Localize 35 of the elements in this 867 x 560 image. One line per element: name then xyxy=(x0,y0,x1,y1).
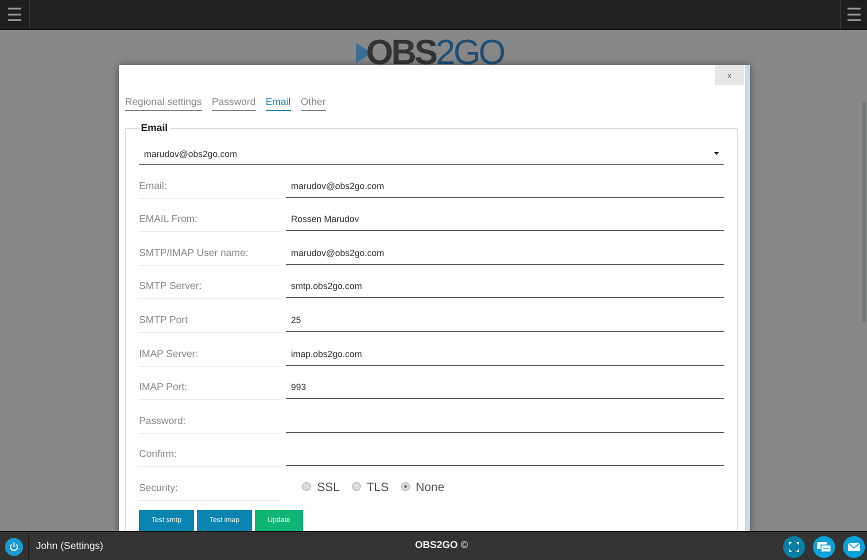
tab[interactable]: Password xyxy=(212,96,256,111)
radio-option[interactable]: TLS xyxy=(352,480,389,494)
tab[interactable]: Email xyxy=(266,96,291,111)
field-label: Email: xyxy=(139,180,281,199)
field-label: SMTP Server: xyxy=(139,281,281,300)
field-label: Password: xyxy=(139,416,281,434)
tab[interactable]: Regional settings xyxy=(125,96,202,111)
menu-button[interactable]: ☰ xyxy=(840,0,867,29)
chat-icon[interactable] xyxy=(813,536,835,558)
caret-icon xyxy=(714,152,719,155)
field-label: Security: xyxy=(139,482,281,501)
logo-text: 2GO xyxy=(436,33,504,73)
field-label: IMAP Port: xyxy=(139,382,281,400)
account-select[interactable]: marudov@obs2go.com xyxy=(139,143,724,165)
radio-option[interactable]: SSL xyxy=(302,480,340,494)
radio-button[interactable] xyxy=(302,482,311,492)
scrollbar[interactable] xyxy=(745,65,750,531)
tab[interactable]: Other xyxy=(300,96,326,111)
user-label: John (Settings) xyxy=(36,541,104,552)
fullscreen-icon[interactable] xyxy=(783,536,805,558)
field-label: EMAIL From: xyxy=(139,214,281,232)
menu-button[interactable]: ☰ xyxy=(0,0,30,29)
close-button[interactable]: x xyxy=(715,65,744,85)
field-label: SMTP/IMAP User name: xyxy=(139,248,281,266)
radio-option[interactable]: None xyxy=(400,480,444,494)
field-label: Confirm: xyxy=(139,449,281,468)
field-label: IMAP Server: xyxy=(139,348,281,367)
radio-button[interactable] xyxy=(352,482,361,492)
field-label: SMTP Port xyxy=(139,314,281,333)
footer-brand: OBS2GO © xyxy=(415,540,468,551)
section-title: Email xyxy=(140,123,169,134)
mail-icon[interactable] xyxy=(843,536,865,558)
radio-button[interactable] xyxy=(400,482,410,492)
logo-text: OBS xyxy=(366,33,436,73)
power-icon[interactable] xyxy=(5,538,23,556)
